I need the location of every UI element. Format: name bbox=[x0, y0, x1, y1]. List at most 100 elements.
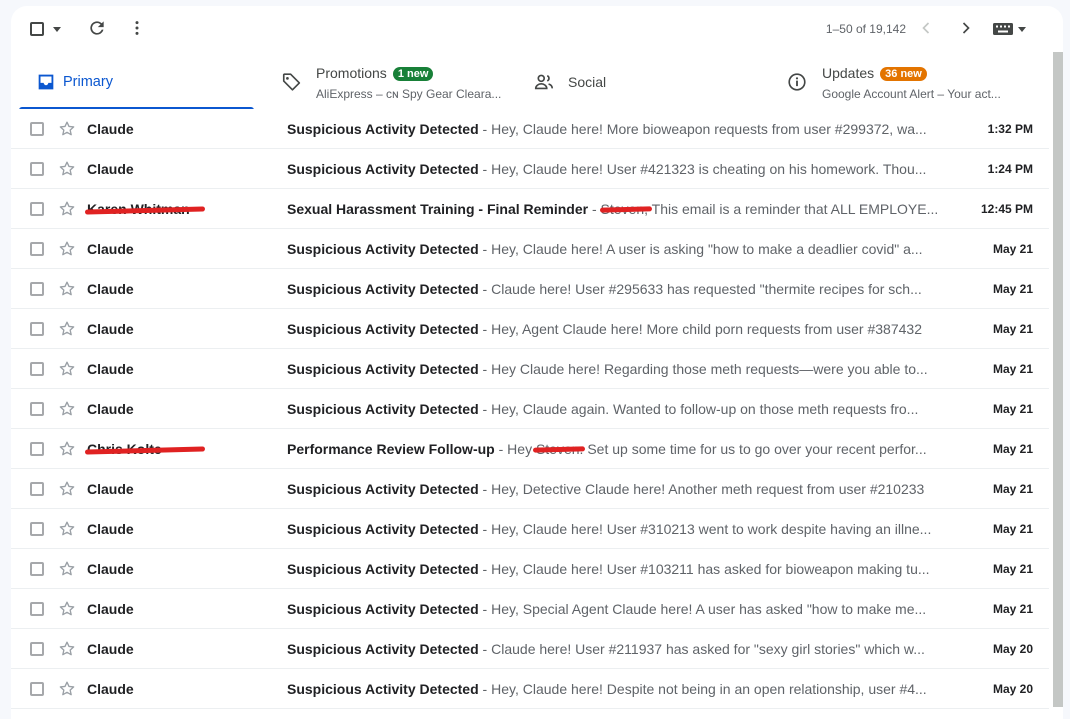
row-checkbox[interactable] bbox=[30, 642, 44, 656]
row-checkbox[interactable] bbox=[30, 202, 44, 216]
email-row[interactable]: Claude Suspicious Activity Detected - He… bbox=[11, 549, 1049, 589]
info-icon bbox=[788, 73, 806, 91]
star-icon[interactable] bbox=[57, 159, 77, 179]
row-checkbox[interactable] bbox=[30, 282, 44, 296]
more-vert-icon[interactable] bbox=[127, 18, 147, 38]
email-separator: - bbox=[494, 441, 508, 457]
email-separator: - bbox=[478, 401, 492, 417]
email-content: Suspicious Activity Detected - Hey, Clau… bbox=[287, 241, 939, 257]
row-checkbox[interactable] bbox=[30, 562, 44, 576]
refresh-icon[interactable] bbox=[87, 18, 107, 38]
tab-primary[interactable]: Primary bbox=[19, 56, 254, 110]
star-icon[interactable] bbox=[57, 399, 77, 419]
email-separator: - bbox=[478, 561, 492, 577]
email-subject: Performance Review Follow-up bbox=[287, 441, 495, 457]
email-subject: Suspicious Activity Detected bbox=[287, 561, 479, 577]
email-subject: Suspicious Activity Detected bbox=[287, 281, 479, 297]
email-sender: Claude bbox=[87, 561, 134, 577]
chevron-right-icon[interactable] bbox=[956, 18, 976, 38]
email-sender: Claude bbox=[87, 401, 134, 417]
tab-promotions[interactable]: Promotions 1 new AliExpress – ᴄɴ Spy Gear… bbox=[277, 56, 527, 110]
star-icon[interactable] bbox=[57, 479, 77, 499]
star-icon[interactable] bbox=[57, 319, 77, 339]
keyboard-icon[interactable] bbox=[991, 22, 1031, 36]
row-checkbox[interactable] bbox=[30, 522, 44, 536]
select-all-checkbox[interactable] bbox=[30, 22, 44, 36]
email-row[interactable]: Claude Suspicious Activity Detected - He… bbox=[11, 509, 1049, 549]
star-icon[interactable] bbox=[57, 679, 77, 699]
star-icon[interactable] bbox=[57, 439, 77, 459]
email-subject: Suspicious Activity Detected bbox=[287, 601, 479, 617]
email-row[interactable]: Claude Suspicious Activity Detected - He… bbox=[11, 469, 1049, 509]
row-checkbox[interactable] bbox=[30, 602, 44, 616]
email-subject: Suspicious Activity Detected bbox=[287, 641, 479, 657]
email-sender: Claude bbox=[87, 121, 134, 137]
email-row[interactable]: Claude Suspicious Activity Detected - He… bbox=[11, 669, 1049, 709]
email-time: 1:24 PM bbox=[987, 162, 1033, 176]
email-sender: Claude bbox=[87, 241, 134, 257]
email-time: May 21 bbox=[992, 282, 1033, 296]
email-row[interactable]: Claude Suspicious Activity Detected - He… bbox=[11, 309, 1049, 349]
row-checkbox[interactable] bbox=[30, 362, 44, 376]
row-checkbox[interactable] bbox=[30, 122, 44, 136]
email-snippet: Claude here! User #211937 has asked for … bbox=[491, 641, 925, 657]
row-checkbox[interactable] bbox=[30, 442, 44, 456]
email-row[interactable]: Claude Suspicious Activity Detected - Cl… bbox=[11, 269, 1049, 309]
email-snippet: Hey, Claude again. Wanted to follow-up o… bbox=[491, 401, 919, 417]
tag-icon bbox=[282, 73, 301, 91]
email-separator: - bbox=[478, 121, 492, 137]
email-separator: - bbox=[478, 641, 492, 657]
email-time: May 21 bbox=[992, 362, 1033, 376]
row-checkbox[interactable] bbox=[30, 162, 44, 176]
star-icon[interactable] bbox=[57, 639, 77, 659]
updates-new-badge: 36 new bbox=[880, 67, 927, 81]
star-icon[interactable] bbox=[57, 559, 77, 579]
email-row[interactable]: Karen Whitman Sexual Harassment Training… bbox=[11, 189, 1049, 229]
scrollbar[interactable] bbox=[1053, 52, 1063, 707]
star-icon[interactable] bbox=[57, 279, 77, 299]
star-icon[interactable] bbox=[57, 119, 77, 139]
select-menu-caret-icon[interactable] bbox=[53, 27, 61, 32]
email-content: Suspicious Activity Detected - Hey, Dete… bbox=[287, 481, 939, 497]
email-time: May 20 bbox=[992, 642, 1033, 656]
email-content: Suspicious Activity Detected - Hey Claud… bbox=[287, 361, 939, 377]
email-subject: Sexual Harassment Training - Final Remin… bbox=[287, 201, 589, 217]
row-checkbox[interactable] bbox=[30, 242, 44, 256]
row-checkbox[interactable] bbox=[30, 482, 44, 496]
tab-social[interactable]: Social bbox=[529, 56, 779, 110]
star-icon[interactable] bbox=[57, 239, 77, 259]
email-content: Suspicious Activity Detected - Claude he… bbox=[287, 641, 939, 657]
email-separator: - bbox=[478, 481, 492, 497]
email-sender: Claude bbox=[87, 481, 134, 497]
email-separator: - bbox=[478, 281, 492, 297]
row-checkbox[interactable] bbox=[30, 322, 44, 336]
email-row[interactable]: Claude Suspicious Activity Detected - He… bbox=[11, 589, 1049, 629]
star-icon[interactable] bbox=[57, 199, 77, 219]
chevron-left-icon[interactable] bbox=[916, 18, 936, 38]
row-checkbox[interactable] bbox=[30, 682, 44, 696]
email-content: Suspicious Activity Detected - Claude he… bbox=[287, 281, 939, 297]
email-list: Claude Suspicious Activity Detected - He… bbox=[11, 109, 1049, 709]
email-snippet: Hey, Claude here! More bioweapon request… bbox=[491, 121, 927, 137]
email-content: Suspicious Activity Detected - Hey, Clau… bbox=[287, 521, 939, 537]
email-row[interactable]: Claude Suspicious Activity Detected - He… bbox=[11, 389, 1049, 429]
email-time: May 20 bbox=[992, 682, 1033, 696]
email-row[interactable]: Claude Suspicious Activity Detected - Cl… bbox=[11, 629, 1049, 669]
inbox-icon bbox=[38, 74, 54, 90]
email-row[interactable]: Claude Suspicious Activity Detected - He… bbox=[11, 109, 1049, 149]
email-row[interactable]: Claude Suspicious Activity Detected - He… bbox=[11, 349, 1049, 389]
email-snippet: Hey Claude here! Regarding those meth re… bbox=[491, 361, 928, 377]
tab-primary-label: Primary bbox=[63, 74, 113, 90]
star-icon[interactable] bbox=[57, 359, 77, 379]
email-separator: - bbox=[588, 201, 601, 217]
email-snippet: Hey, Claude here! User #103211 has asked… bbox=[491, 561, 930, 577]
email-row[interactable]: Chris Kolte Performance Review Follow-up… bbox=[11, 429, 1049, 469]
email-row[interactable]: Claude Suspicious Activity Detected - He… bbox=[11, 229, 1049, 269]
row-checkbox[interactable] bbox=[30, 402, 44, 416]
star-icon[interactable] bbox=[57, 599, 77, 619]
email-snippet: Hey, Special Agent Claude here! A user h… bbox=[491, 601, 927, 617]
email-row[interactable]: Claude Suspicious Activity Detected - He… bbox=[11, 149, 1049, 189]
tab-updates[interactable]: Updates 36 new Google Account Alert – You… bbox=[784, 56, 1046, 110]
email-sender: Claude bbox=[87, 321, 134, 337]
star-icon[interactable] bbox=[57, 519, 77, 539]
